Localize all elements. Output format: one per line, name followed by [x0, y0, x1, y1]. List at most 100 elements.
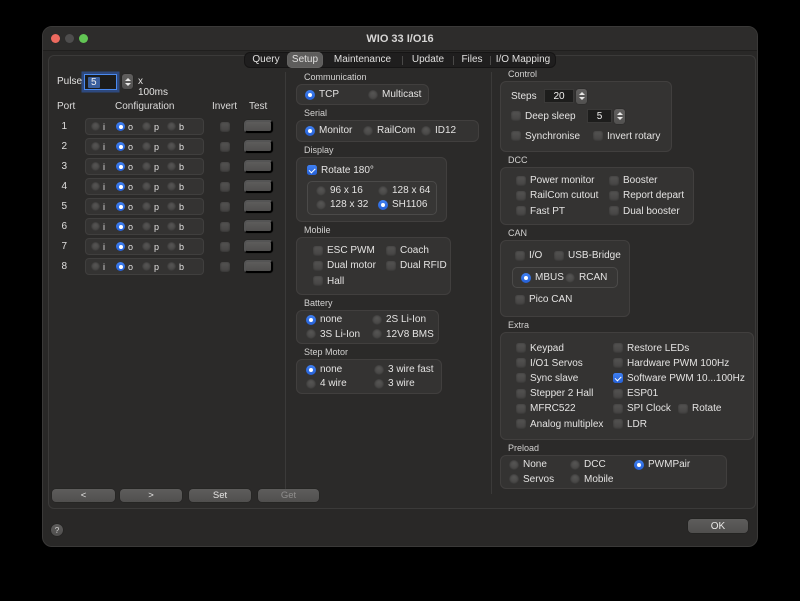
radio-o[interactable]: [116, 142, 125, 151]
invert-checkbox-port-7[interactable]: [220, 242, 230, 252]
radio-p[interactable]: [142, 122, 151, 131]
radio-id12[interactable]: [421, 126, 431, 136]
invert-checkbox-port-6[interactable]: [220, 222, 230, 232]
invert-checkbox-port-1[interactable]: [220, 122, 230, 132]
checkbox-analog-multiplex[interactable]: [516, 419, 526, 429]
checkbox-dual-booster[interactable]: [609, 206, 619, 216]
checkbox-dual-motor[interactable]: [313, 261, 323, 271]
radio-o[interactable]: [116, 262, 125, 271]
radio-i[interactable]: [91, 122, 100, 131]
checkbox-booster[interactable]: [609, 176, 619, 186]
radio-i[interactable]: [91, 262, 100, 271]
checkbox-pico-can[interactable]: [515, 295, 525, 305]
radio-4-wire[interactable]: [306, 379, 316, 389]
radio-b[interactable]: [167, 262, 176, 271]
test-button-port-7[interactable]: [244, 240, 273, 253]
checkbox-software-pwm-10-100hz[interactable]: [613, 373, 623, 383]
radio-dcc[interactable]: [570, 460, 580, 470]
checkbox-restore-leds[interactable]: [613, 343, 623, 353]
checkbox-usb-bridge[interactable]: [554, 251, 564, 261]
radio-3-wire[interactable]: [374, 379, 384, 389]
test-button-port-4[interactable]: [244, 180, 273, 193]
radio-i[interactable]: [91, 162, 100, 171]
radio-96-x-16[interactable]: [316, 186, 326, 196]
radio-o[interactable]: [116, 222, 125, 231]
tab-i-o-mapping[interactable]: I/O Mapping: [491, 52, 555, 68]
radio-multicast[interactable]: [368, 90, 378, 100]
invert-checkbox-port-2[interactable]: [220, 142, 230, 152]
radio-none[interactable]: [306, 365, 316, 375]
checkbox-spi-clock[interactable]: [613, 404, 623, 414]
radio-3s-li-ion[interactable]: [306, 329, 316, 339]
radio-sh1106[interactable]: [378, 200, 388, 210]
radio-rcan[interactable]: [565, 273, 575, 283]
radio-b[interactable]: [167, 202, 176, 211]
checkbox-keypad[interactable]: [516, 343, 526, 353]
tab-query[interactable]: Query: [245, 52, 287, 68]
checkbox-ldr[interactable]: [613, 419, 623, 429]
checkbox-sync-slave[interactable]: [516, 373, 526, 383]
radio-tcp[interactable]: [305, 90, 315, 100]
stepper-up-icon[interactable]: [617, 112, 623, 115]
test-button-port-8[interactable]: [244, 260, 273, 273]
checkbox-esp01[interactable]: [613, 389, 623, 399]
radio-b[interactable]: [167, 142, 176, 151]
checkbox-stepper-2-hall[interactable]: [516, 389, 526, 399]
checkbox-power-monitor[interactable]: [516, 176, 526, 186]
radio-b[interactable]: [167, 122, 176, 131]
radio-none[interactable]: [509, 460, 519, 470]
stepper-down-icon[interactable]: [579, 97, 585, 100]
stepper-up-icon[interactable]: [579, 92, 585, 95]
invert-checkbox-port-4[interactable]: [220, 182, 230, 192]
pulse-stepper[interactable]: [122, 74, 133, 89]
checkbox-synchronise[interactable]: [511, 131, 521, 141]
radio-i[interactable]: [91, 242, 100, 251]
titlebar[interactable]: WIO 33 I/O16: [43, 27, 757, 51]
radio-none[interactable]: [306, 315, 316, 325]
deep-sleep-field[interactable]: 5: [587, 109, 612, 123]
stepper-down-icon[interactable]: [617, 117, 623, 120]
checkbox-fast-pt[interactable]: [516, 206, 526, 216]
radio-mbus[interactable]: [521, 273, 531, 283]
radio-i[interactable]: [91, 202, 100, 211]
test-button-port-2[interactable]: [244, 140, 273, 153]
radio-b[interactable]: [167, 242, 176, 251]
checkbox-rotate-180[interactable]: [307, 165, 317, 175]
radio-o[interactable]: [116, 202, 125, 211]
stepper-down-icon[interactable]: [125, 83, 131, 86]
steps-stepper[interactable]: [576, 89, 587, 104]
stepper-up-icon[interactable]: [125, 78, 131, 81]
radio-128-x-32[interactable]: [316, 200, 326, 210]
checkbox-dual-rfid[interactable]: [386, 261, 396, 271]
radio-mobile[interactable]: [570, 474, 580, 484]
help-button[interactable]: ?: [51, 524, 63, 536]
radio-128-x-64[interactable]: [378, 186, 388, 196]
checkbox-rotate[interactable]: [678, 404, 688, 414]
invert-checkbox-port-8[interactable]: [220, 262, 230, 272]
radio-i[interactable]: [91, 222, 100, 231]
radio-p[interactable]: [142, 182, 151, 191]
tab-update[interactable]: Update: [403, 52, 453, 68]
next-button[interactable]: >: [120, 489, 182, 502]
prev-button[interactable]: <: [52, 489, 115, 502]
checkbox-i-o1-servos[interactable]: [516, 358, 526, 368]
checkbox-report-depart[interactable]: [609, 191, 619, 201]
radio-b[interactable]: [167, 182, 176, 191]
radio-monitor[interactable]: [305, 126, 315, 136]
checkbox-mfrc522[interactable]: [516, 404, 526, 414]
radio-p[interactable]: [142, 162, 151, 171]
checkbox-hardware-pwm-100hz[interactable]: [613, 358, 623, 368]
tab-setup[interactable]: Setup: [287, 52, 323, 68]
radio-p[interactable]: [142, 242, 151, 251]
radio-12v8-bms[interactable]: [372, 329, 382, 339]
radio-o[interactable]: [116, 122, 125, 131]
radio-servos[interactable]: [509, 474, 519, 484]
checkbox-deep-sleep[interactable]: [511, 111, 521, 121]
test-button-port-6[interactable]: [244, 220, 273, 233]
checkbox-hall[interactable]: [313, 276, 323, 286]
set-button[interactable]: Set: [189, 489, 251, 502]
radio-o[interactable]: [116, 162, 125, 171]
radio-o[interactable]: [116, 242, 125, 251]
steps-field[interactable]: 20: [544, 89, 574, 103]
radio-i[interactable]: [91, 142, 100, 151]
